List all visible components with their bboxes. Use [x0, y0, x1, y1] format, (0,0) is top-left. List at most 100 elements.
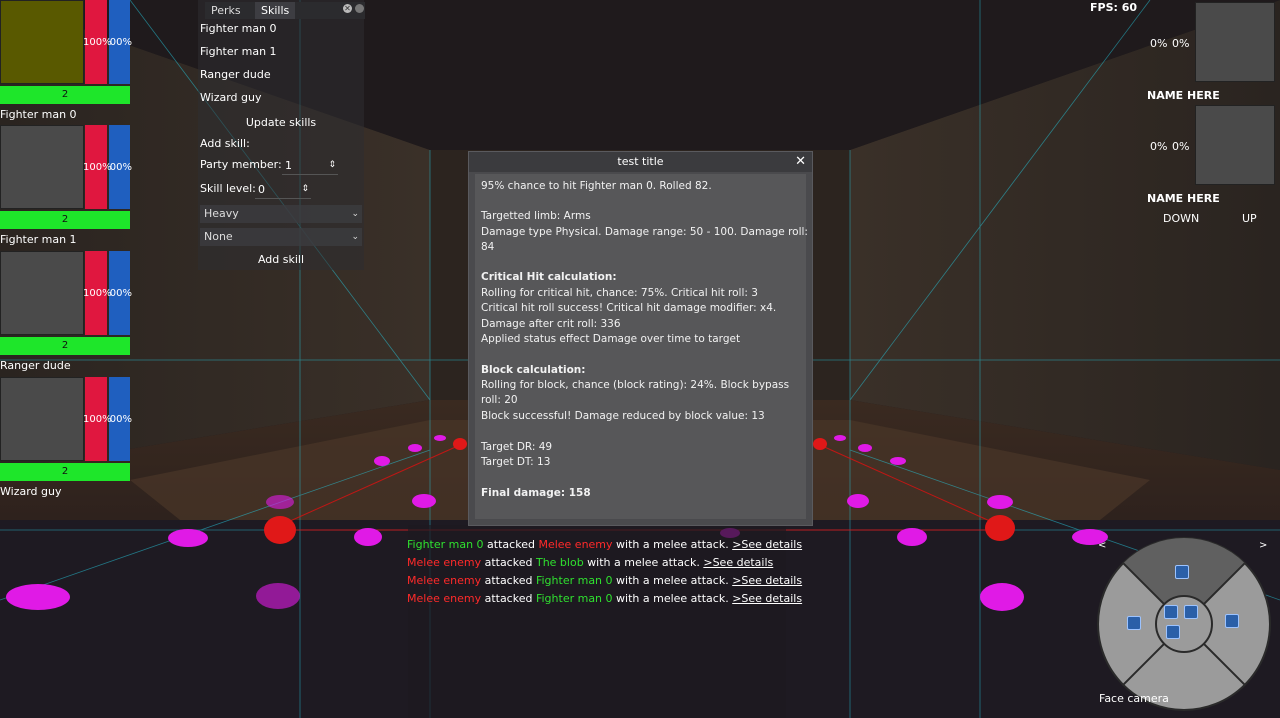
log-attacker: Melee enemy [407, 574, 482, 587]
dialog-line: Rolling for block, chance (block rating)… [481, 379, 790, 391]
chevron-down-icon: ⌄ [351, 232, 359, 242]
log-target: Fighter man 0 [535, 592, 613, 605]
see-details-link[interactable]: >See details [732, 538, 802, 551]
combat-log-line: Fighter man 0 attacked Melee enemy with … [407, 538, 802, 551]
tab-perks[interactable]: Perks [205, 2, 247, 19]
close-icon[interactable]: ✕ [795, 155, 806, 169]
party-member-label: Party member: [200, 158, 282, 171]
settings-icon[interactable] [355, 4, 364, 13]
skills-member-item[interactable]: Ranger dude [200, 68, 271, 81]
dialog-heading: Block calculation: [481, 364, 586, 376]
dialog-line: roll: 20 [481, 394, 518, 406]
hp-percent: 100% [83, 288, 112, 299]
party-member-spinbox[interactable]: 1 ⇕ [282, 157, 338, 175]
party-card[interactable]: 100% 100% 2 Fighter man 1 [0, 125, 132, 247]
hp-percent: 100% [83, 162, 112, 173]
portrait[interactable] [0, 0, 84, 84]
mp-percent: 100% [110, 414, 132, 425]
see-details-link[interactable]: >See details [732, 592, 802, 605]
log-attacker: Melee enemy [407, 592, 482, 605]
add-skill-button[interactable]: Add skill [200, 253, 362, 266]
formation-wheel[interactable] [1096, 536, 1272, 712]
npc-portrait[interactable] [1195, 105, 1275, 185]
dialog-line: Target DT: 13 [481, 456, 551, 468]
dialog-line: 84 [481, 241, 495, 253]
panel-tabs: Perks Skills ✕ [205, 2, 365, 19]
dialog-heading: Final damage: 158 [481, 487, 591, 499]
combat-log-line: Melee enemy attacked Fighter man 0 with … [407, 592, 802, 605]
party-marker-icon[interactable] [1184, 605, 1198, 619]
combat-log-line: Melee enemy attacked The blob with a mel… [407, 556, 773, 569]
skill-modifier-value: None [204, 230, 233, 243]
npc-portrait[interactable] [1195, 2, 1275, 82]
spinner-icon[interactable]: ⇕ [301, 181, 309, 198]
party-marker-icon[interactable] [1166, 625, 1180, 639]
up-button[interactable]: UP [1242, 212, 1257, 225]
see-details-link[interactable]: >See details [732, 574, 802, 587]
hp-percent: 100% [83, 414, 112, 425]
log-target: Fighter man 0 [535, 574, 613, 587]
dialog-line: Block successful! Damage reduced by bloc… [481, 410, 765, 422]
stamina-bar: 2 [0, 86, 130, 104]
down-button[interactable]: DOWN [1163, 212, 1199, 225]
face-camera-button[interactable]: Face camera [1099, 692, 1169, 705]
portrait[interactable] [0, 125, 84, 209]
party-card[interactable]: 100% 100% 2 Wizard guy [0, 377, 132, 499]
dialog-line: Targetted limb: Arms [481, 210, 591, 222]
party-marker-icon[interactable] [1164, 605, 1178, 619]
log-rest: with a melee attack. [583, 556, 704, 569]
log-rest: with a melee attack. [612, 592, 733, 605]
hp-percent: 100% [83, 37, 112, 48]
party-card[interactable]: 100% 100% 2 Ranger dude [0, 251, 132, 373]
party-card[interactable]: 100% 100% 2 Fighter man 0 [0, 0, 132, 122]
log-target: Melee enemy [538, 538, 613, 551]
see-details-link[interactable]: >See details [703, 556, 773, 569]
dialog-line: Rolling for critical hit, chance: 75%. C… [481, 287, 758, 299]
skill-level-value: 0 [258, 183, 265, 196]
dialog-line: Damage type Physical. Damage range: 50 -… [481, 226, 808, 238]
mp-percent: 100% [110, 37, 132, 48]
skill-level-spinbox[interactable]: 0 ⇕ [255, 181, 311, 199]
npc-stat-1: 0% [1150, 140, 1168, 153]
log-target: The blob [535, 556, 584, 569]
stamina-bar: 2 [0, 463, 130, 481]
dialog-line: Target DR: 49 [481, 441, 553, 453]
npc-stat-1: 0% [1150, 37, 1168, 50]
dialog-heading: Critical Hit calculation: [481, 271, 617, 283]
dialog-line: Critical hit roll success! Critical hit … [481, 302, 777, 314]
party-member-name: Fighter man 0 [0, 108, 77, 121]
npc-name: NAME HERE [1147, 192, 1220, 205]
log-rest: with a melee attack. [612, 538, 733, 551]
npc-stat-2: 0% [1172, 37, 1190, 50]
tab-skills[interactable]: Skills [255, 2, 296, 19]
chevron-down-icon: ⌄ [351, 209, 359, 219]
stamina-bar: 2 [0, 337, 130, 355]
skills-member-item[interactable]: Fighter man 1 [200, 45, 277, 58]
log-verb: attacked [483, 538, 539, 551]
log-attacker: Fighter man 0 [407, 538, 484, 551]
portrait[interactable] [0, 377, 84, 461]
party-marker-icon[interactable] [1127, 616, 1141, 630]
dialog-line: Applied status effect Damage over time t… [481, 333, 741, 345]
skill-level-label: Skill level: [200, 182, 256, 195]
close-icon[interactable]: ✕ [343, 4, 352, 13]
party-member-name: Wizard guy [0, 485, 62, 498]
log-attacker: Melee enemy [407, 556, 482, 569]
update-skills-button[interactable]: Update skills [200, 116, 362, 129]
skill-type-select[interactable]: Heavy ⌄ [200, 205, 362, 223]
dialog-title: test title [469, 152, 812, 172]
party-marker-icon[interactable] [1225, 614, 1239, 628]
skill-type-value: Heavy [204, 207, 239, 220]
party-member-value: 1 [285, 159, 292, 172]
dialog-line: Damage after crit roll: 336 [481, 318, 621, 330]
skills-member-item[interactable]: Wizard guy [200, 91, 261, 104]
portrait[interactable] [0, 251, 84, 335]
party-marker-icon[interactable] [1175, 565, 1189, 579]
dialog-body: 95% chance to hit Fighter man 0. Rolled … [475, 174, 808, 519]
fps-counter: FPS: 60 [1090, 1, 1138, 14]
npc-name: NAME HERE [1147, 89, 1220, 102]
npc-stat-2: 0% [1172, 140, 1190, 153]
skills-member-item[interactable]: Fighter man 0 [200, 22, 277, 35]
skill-modifier-select[interactable]: None ⌄ [200, 228, 362, 246]
spinner-icon[interactable]: ⇕ [328, 157, 336, 174]
